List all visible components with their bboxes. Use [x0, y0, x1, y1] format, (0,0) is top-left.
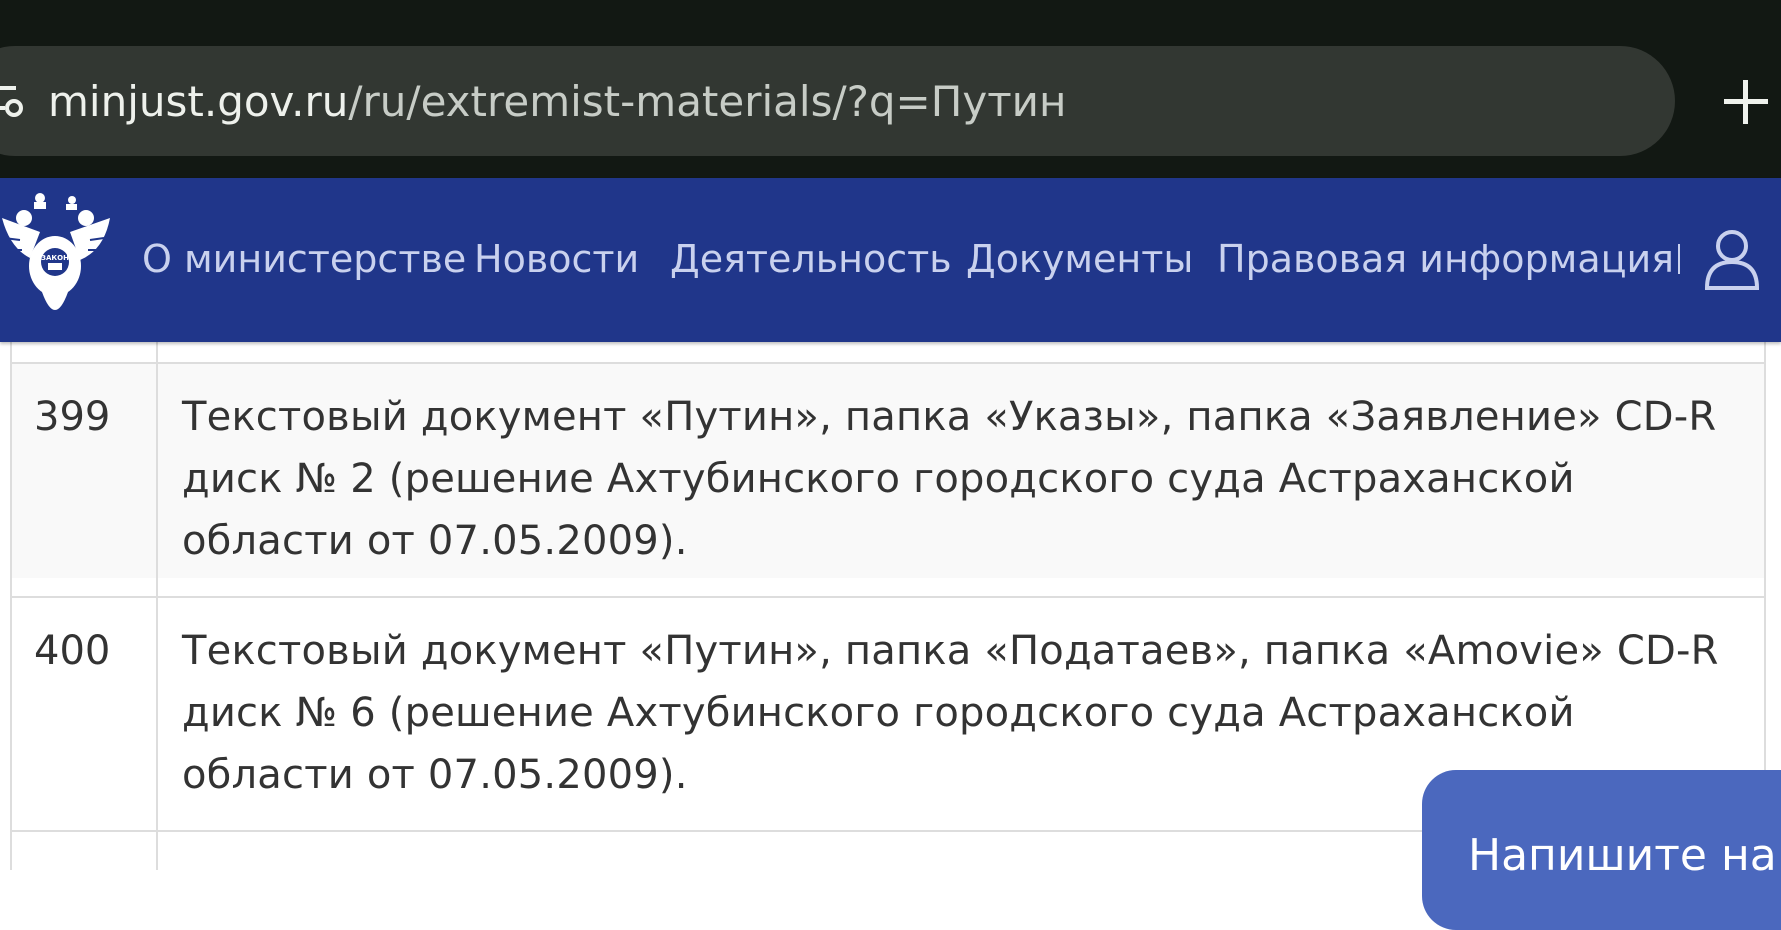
site-navbar: ЗАКОН О министерстве Новости Деятельност… — [0, 178, 1781, 342]
nav-separator — [1678, 244, 1680, 274]
url-path: /ru/extremist-materials/?q=Путин — [348, 77, 1067, 126]
browser-toolbar: minjust.gov.ru/ru/extremist-materials/?q… — [0, 0, 1781, 178]
tune-icon[interactable] — [0, 84, 28, 120]
plus-icon[interactable] — [1722, 78, 1770, 126]
table-border — [156, 342, 158, 870]
url-text[interactable]: minjust.gov.ru/ru/extremist-materials/?q… — [48, 72, 1066, 132]
nav-item-ministry[interactable]: О министерстве — [142, 234, 466, 284]
table-border — [12, 362, 1765, 364]
row-number: 399 — [34, 394, 111, 440]
nav-item-documents[interactable]: Документы — [966, 234, 1193, 284]
url-host: minjust.gov.ru — [48, 77, 349, 126]
nav-item-activity[interactable]: Деятельность — [670, 234, 952, 284]
svg-text:ЗАКОН: ЗАКОН — [41, 254, 69, 262]
row-number: 400 — [34, 628, 111, 674]
row-description: Текстовый документ «Путин», папка «Указы… — [182, 394, 1717, 564]
chat-widget-button[interactable]: Напишите на — [1422, 770, 1781, 930]
nav-item-news[interactable]: Новости — [474, 234, 639, 284]
double-headed-eagle-emblem[interactable]: ЗАКОН — [0, 188, 112, 328]
chat-widget-label: Напишите на — [1468, 830, 1777, 881]
nav-item-legal-info[interactable]: Правовая информация — [1217, 234, 1674, 284]
table-border — [12, 596, 1765, 598]
user-icon[interactable] — [1704, 228, 1760, 290]
table-border — [10, 342, 12, 870]
